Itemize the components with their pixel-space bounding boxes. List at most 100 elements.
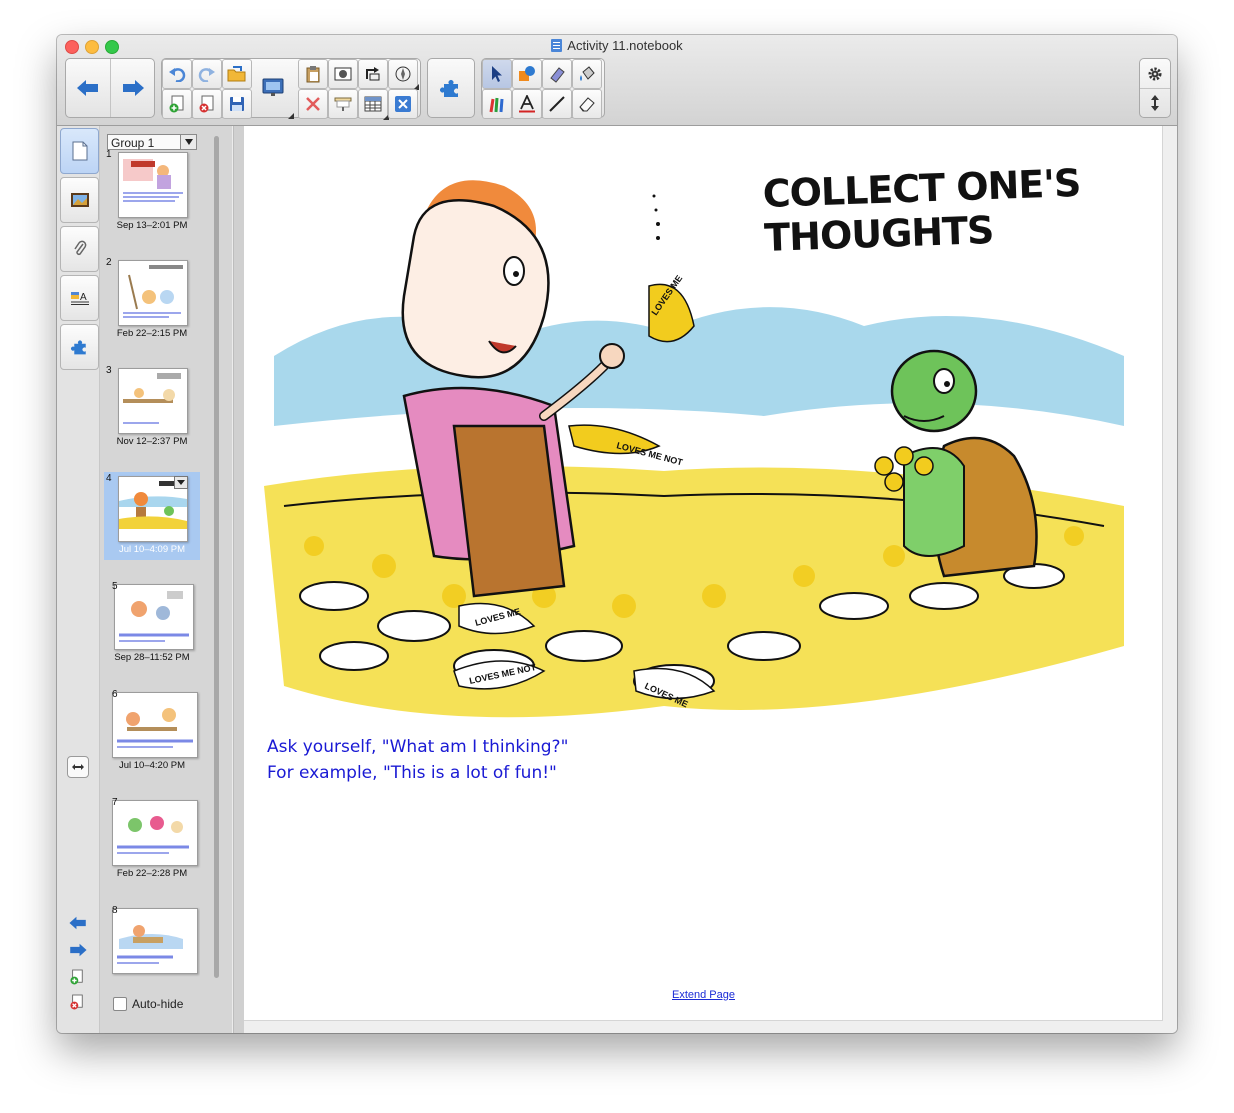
page-thumbnail-image — [112, 800, 198, 866]
tab-gallery[interactable] — [60, 177, 99, 223]
page-thumbnail[interactable]: 2 Feb 22–2:15 PM — [104, 256, 200, 344]
forward-arrow-icon — [70, 943, 87, 957]
delete-page-button[interactable] — [192, 89, 222, 119]
shapes-icon — [519, 66, 535, 81]
fill-tool-button[interactable] — [572, 59, 602, 89]
paste-button[interactable] — [298, 59, 328, 89]
shapes-tool-button[interactable] — [512, 59, 542, 89]
screen-shade-icon — [334, 97, 352, 111]
eraser-tool-button[interactable] — [572, 89, 602, 119]
display-screen-button[interactable] — [254, 59, 294, 119]
screen-display-icon — [262, 78, 284, 96]
addons-button[interactable] — [428, 59, 474, 117]
page-caption[interactable]: Ask yourself, "What am I thinking?" For … — [267, 734, 568, 786]
sidebar-previous-page-button[interactable] — [69, 916, 87, 933]
insert-table-button[interactable] — [358, 89, 389, 120]
open-file-button[interactable] — [222, 59, 252, 89]
left-right-arrows-icon — [72, 764, 84, 770]
undo-button[interactable] — [162, 59, 192, 89]
page-date: Sep 28–11:52 PM — [114, 652, 190, 663]
tab-properties[interactable]: A — [60, 275, 99, 321]
redo-icon — [198, 68, 215, 82]
page-thumbnail-image — [118, 260, 188, 326]
previous-page-button[interactable] — [66, 59, 110, 117]
sorter-splitter[interactable] — [233, 126, 244, 1033]
window-title: Activity 11.notebook — [57, 38, 1177, 53]
save-icon — [230, 97, 244, 111]
page-thumbnail[interactable]: 3 Nov 12–2:37 PM — [104, 364, 200, 452]
delete-button[interactable] — [298, 89, 328, 119]
redo-button[interactable] — [192, 59, 222, 89]
document-icon — [551, 39, 563, 52]
text-tool-button[interactable] — [512, 89, 542, 119]
tab-addons[interactable] — [60, 324, 99, 370]
page-menu-button[interactable] — [174, 476, 188, 489]
page-date: Feb 22–2:28 PM — [116, 868, 188, 879]
back-arrow-icon — [69, 916, 86, 930]
window-title-text: Activity 11.notebook — [567, 38, 683, 53]
properties-button[interactable] — [388, 59, 419, 90]
delete-page-icon — [70, 994, 83, 1010]
sorter-scrollbar[interactable] — [214, 136, 219, 978]
screen-shade-button[interactable] — [328, 89, 358, 119]
expand-sorter-button[interactable] — [67, 756, 89, 778]
page-number: 3 — [106, 365, 112, 376]
page-thumbnail[interactable]: 7 Feb 22–2:28 PM — [104, 796, 200, 884]
page-thumbnail-image — [118, 368, 188, 434]
page-number: 8 — [112, 905, 118, 916]
next-page-button[interactable] — [111, 59, 154, 117]
sidebar-delete-page-button[interactable] — [70, 994, 84, 1013]
text-a-icon — [519, 95, 535, 113]
page-date: Sep 13–2:01 PM — [116, 220, 188, 231]
paperclip-icon — [73, 240, 86, 256]
page-thumbnail-image — [118, 152, 188, 218]
page-date: Nov 12–2:37 PM — [116, 436, 188, 447]
forward-arrow-icon — [122, 80, 144, 96]
pens-tool-button[interactable] — [482, 89, 512, 119]
toolbar-position-button[interactable] — [1140, 89, 1170, 117]
save-button[interactable] — [222, 89, 252, 119]
line-tool-button[interactable] — [542, 89, 572, 119]
page-thumbnail[interactable]: 8 — [104, 904, 200, 978]
camera-icon — [334, 67, 352, 81]
add-page-button[interactable] — [162, 89, 192, 119]
page-number: 5 — [112, 581, 118, 592]
screen-capture-button[interactable] — [328, 59, 358, 89]
page-date: Jul 10–4:09 PM — [118, 544, 185, 555]
settings-button[interactable] — [1140, 59, 1170, 88]
pens-icon — [489, 97, 504, 113]
sidebar-next-page-button[interactable] — [69, 943, 87, 960]
full-screen-button[interactable] — [388, 89, 418, 119]
highlighter-tool-button[interactable] — [542, 59, 572, 89]
page-thumbnail[interactable]: 6 Jul 10–4:20 PM — [104, 688, 200, 776]
tab-attachments[interactable] — [60, 226, 99, 272]
settings-group — [1139, 58, 1171, 118]
page-thumbnail-selected[interactable]: 4 Jul 10–4:09 PM — [104, 472, 200, 560]
clipboard-icon — [306, 66, 320, 83]
checkbox-box[interactable] — [113, 997, 127, 1011]
autohide-checkbox[interactable]: Auto-hide — [113, 997, 183, 1011]
app-window: Activity 11.notebook A Group 1 1 Sep 13–… — [57, 35, 1177, 1033]
toolbar: Activity 11.notebook — [57, 35, 1177, 126]
gallery-image-icon — [70, 193, 89, 207]
delete-x-icon — [306, 97, 320, 111]
eraser-icon — [579, 97, 595, 112]
page-sorter: Group 1 1 Sep 13–2:01 PM 2 Feb 22–2:15 P… — [100, 126, 232, 1033]
sidebar-add-page-button[interactable] — [70, 969, 84, 988]
page-thumbnail[interactable]: 1 Sep 13–2:01 PM — [104, 148, 200, 236]
page-number: 6 — [112, 689, 118, 700]
extend-page-link[interactable]: Extend Page — [672, 989, 735, 1001]
tab-page-sorter[interactable] — [60, 128, 99, 174]
up-down-arrows-icon — [1151, 95, 1159, 111]
rotate-button[interactable] — [358, 59, 388, 89]
notebook-page[interactable]: LOVES ME NOT LOVES ME LOVES ME LOVES ME … — [244, 126, 1163, 1021]
autohide-label: Auto-hide — [132, 997, 184, 1011]
line-icon — [549, 96, 565, 112]
undo-icon — [169, 68, 186, 82]
select-tool-button[interactable] — [482, 59, 512, 89]
page-thumbnail[interactable]: 5 Sep 28–11:52 PM — [104, 580, 200, 668]
chevron-down-icon — [180, 135, 196, 149]
caption-line-2: For example, "This is a lot of fun!" — [267, 763, 557, 783]
chevron-down-icon — [177, 480, 185, 485]
page-thumbnail-image — [114, 584, 194, 650]
